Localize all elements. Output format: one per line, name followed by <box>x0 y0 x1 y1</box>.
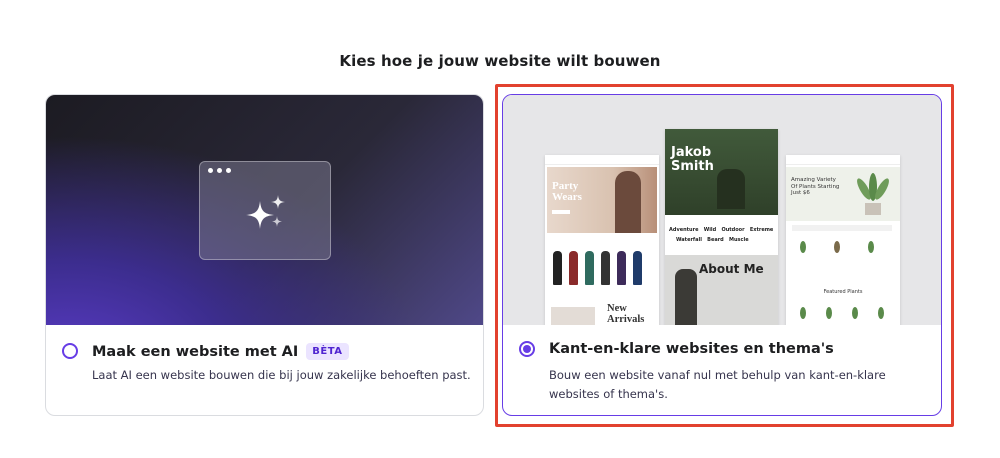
ai-website-option-card[interactable]: Maak een website met AI BÈTA Laat AI een … <box>45 94 484 416</box>
ai-option-title: Maak een website met AI <box>92 344 299 360</box>
theme-preview-image: Party Wears New Arrivals Jakob Smith Adv… <box>503 95 941 325</box>
ai-hero-image <box>46 95 483 325</box>
theme-website-option-card[interactable]: Party Wears New Arrivals Jakob Smith Adv… <box>502 94 942 416</box>
ai-option-description: Laat AI een website bouwen die bij jouw … <box>92 368 471 382</box>
theme-preview-portfolio: Jakob Smith Adventure Wild Outdoor Extre… <box>665 129 778 325</box>
plants-hero-text: Amazing Variety Of Plants Starting Just … <box>791 177 840 196</box>
tag: Extreme <box>749 227 774 233</box>
ai-option-radio[interactable] <box>62 342 78 359</box>
tag: Outdoor <box>721 227 745 233</box>
theme-option-title: Kant-en-klare websites en thema's <box>549 341 834 357</box>
tag: Beard <box>707 237 724 243</box>
theme-option-description: Bouw een website vanaf nul met behulp va… <box>549 368 886 401</box>
theme-preview-fashion: Party Wears New Arrivals <box>545 155 659 325</box>
portfolio-section-text: About Me <box>699 262 764 276</box>
theme-option-radio[interactable] <box>519 341 535 357</box>
fashion-hero-text: Party Wears <box>552 180 582 203</box>
tag: Wild <box>703 227 717 233</box>
page-title: Kies hoe je jouw website wilt bouwen <box>339 52 661 70</box>
portfolio-hero-text: Jakob Smith <box>671 145 714 174</box>
beta-badge: BÈTA <box>306 343 349 360</box>
fashion-section-text: New Arrivals <box>607 303 645 325</box>
sparkle-icon <box>246 195 285 229</box>
tag: Adventure <box>669 227 699 233</box>
window-dots-icon <box>208 168 231 173</box>
ai-window-illustration <box>199 161 331 260</box>
theme-preview-plants: Amazing Variety Of Plants Starting Just … <box>786 155 900 325</box>
tag: Muscle <box>729 237 749 243</box>
plants-section-text: Featured Plants <box>823 289 863 295</box>
tag: Waterfall <box>675 237 702 243</box>
